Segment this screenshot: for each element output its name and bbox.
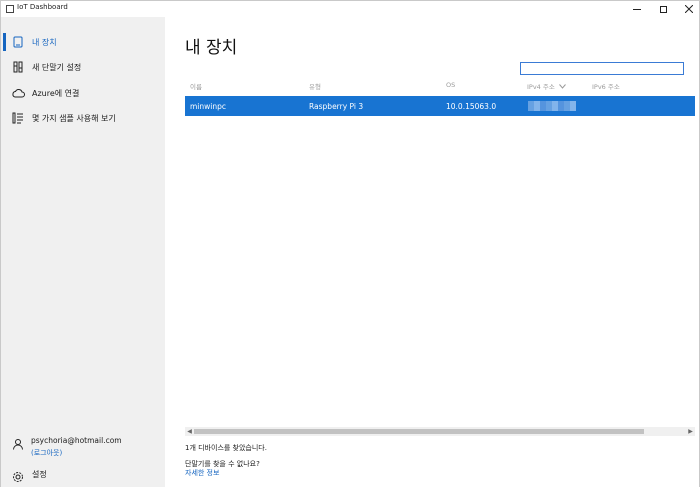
column-header-name[interactable]: 이름 [190,81,202,91]
window-title: IoT Dashboard [17,3,68,11]
cloud-icon [11,86,25,100]
sidebar: 내 장치 새 단말기 설정 Azure에 연결 몇 가지 샘플 사용해 보기 p… [1,17,165,487]
settings-label: 설정 [32,470,47,479]
settings-button[interactable]: 설정 [1,465,165,485]
cell-device-type: Raspberry Pi 3 [309,102,364,111]
scrollbar-thumb[interactable] [194,429,644,434]
device-count-status: 1개 디바이스를 찾았습니다. [185,444,267,452]
column-header-ipv6[interactable]: IPv6 주소 [592,81,620,91]
column-header-os[interactable]: OS [446,81,455,89]
sidebar-item-label: 내 장치 [32,37,57,47]
title-bar[interactable]: IoT Dashboard [1,1,699,17]
cell-os-version: 10.0.15063.0 [446,102,497,111]
column-header-type[interactable]: 유형 [309,81,321,91]
close-button[interactable] [677,1,700,17]
table-row[interactable]: minwinpc Raspberry Pi 3 10.0.15063.0 [185,96,695,116]
page-title: 내 장치 [185,38,238,58]
sidebar-item-setup-device[interactable]: 새 단말기 설정 [1,56,165,78]
cell-ipv4-redacted [528,101,576,111]
device-icon [11,35,25,49]
app-icon [6,5,14,13]
column-header-ipv4[interactable]: IPv4 주소 [527,81,566,91]
main-content: 내 장치 이름 유형 OS IPv4 주소 IPv6 주소 minwinpc R… [165,17,699,487]
sidebar-item-label: 새 단말기 설정 [32,62,82,72]
sidebar-item-my-devices[interactable]: 내 장치 [1,31,165,53]
samples-icon [11,111,25,125]
minimize-icon [633,8,641,10]
more-info-link[interactable]: 자세한 정보 [185,468,219,478]
account-email: psychoria@hotmail.com [31,436,122,445]
close-icon [685,5,693,13]
setup-icon [11,60,25,74]
app-window: IoT Dashboard 내 장치 새 단말기 설정 Azure에 연결 몇 … [0,0,700,487]
column-header-ipv4-label: IPv4 주소 [527,83,555,91]
minimize-button[interactable] [625,1,649,17]
scroll-right-icon[interactable]: ▶ [686,427,695,436]
horizontal-scrollbar[interactable]: ◀ ▶ [185,427,695,436]
sidebar-item-connect-azure[interactable]: Azure에 연결 [1,82,165,104]
scroll-left-icon[interactable]: ◀ [185,427,194,436]
cell-device-name: minwinpc [190,102,226,111]
account-section: psychoria@hotmail.com (로그아웃) [1,433,165,469]
sidebar-item-label: 몇 가지 샘플 사용해 보기 [32,113,116,123]
active-indicator [3,33,6,51]
search-input[interactable] [520,62,684,75]
user-icon [12,435,24,450]
sidebar-item-try-samples[interactable]: 몇 가지 샘플 사용해 보기 [1,107,165,129]
maximize-button[interactable] [651,1,675,17]
sidebar-item-label: Azure에 연결 [32,88,80,98]
logout-link[interactable]: (로그아웃) [31,448,62,458]
maximize-icon [659,5,667,13]
gear-icon [12,468,24,482]
chevron-down-icon [558,83,566,91]
